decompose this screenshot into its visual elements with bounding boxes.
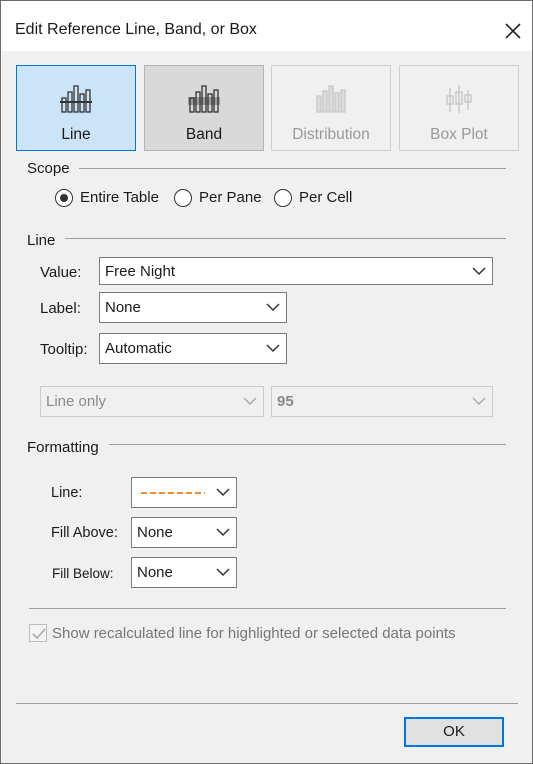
scope-heading: Scope: [27, 160, 70, 177]
label-dropdown[interactable]: None: [99, 292, 287, 323]
scope-entire-table-label: Entire Table: [80, 189, 159, 206]
value-dropdown-text: Free Night: [105, 263, 176, 280]
chevron-down-icon: [243, 397, 257, 406]
chevron-down-icon: [216, 488, 230, 497]
line-heading: Line: [27, 232, 56, 249]
ok-button[interactable]: OK: [404, 717, 504, 747]
band-type-button[interactable]: Band: [144, 65, 264, 151]
line-type-dropdown[interactable]: Line only: [40, 386, 264, 417]
label-field-label: Label:: [40, 300, 81, 317]
tooltip-dropdown[interactable]: Automatic: [99, 333, 287, 364]
fill-above-dropdown[interactable]: None: [131, 517, 237, 548]
chevron-down-icon: [266, 344, 280, 353]
scope-per-cell-radio[interactable]: Per Cell: [274, 188, 359, 208]
value-label: Value:: [40, 264, 82, 281]
options-divider: [29, 608, 506, 609]
fill-below-dropdown-text: None: [137, 564, 173, 581]
distribution-type-button[interactable]: Distribution: [271, 65, 391, 151]
edit-reference-line-dialog: Edit Reference Line, Band, or Box Line B…: [0, 0, 533, 764]
scope-per-cell-label: Per Cell: [299, 189, 353, 206]
formatting-heading: Formatting: [27, 439, 99, 456]
radio-circle: [174, 189, 192, 207]
scope-per-pane-radio[interactable]: Per Pane: [174, 188, 264, 208]
box-plot-icon: [446, 85, 472, 113]
fill-below-label: Fill Below:: [52, 566, 114, 581]
recalculated-line-label: Show recalculated line for highlighted o…: [52, 625, 456, 642]
close-icon: [505, 23, 521, 39]
chevron-down-icon: [216, 528, 230, 537]
radio-circle: [55, 189, 73, 207]
fill-above-label: Fill Above:: [51, 525, 118, 541]
recalculated-line-checkbox[interactable]: [29, 624, 47, 642]
scope-entire-table-radio[interactable]: Entire Table: [55, 188, 165, 208]
tooltip-field-label: Tooltip:: [40, 341, 88, 358]
fill-above-dropdown-text: None: [137, 524, 173, 541]
band-type-label: Band: [185, 126, 223, 143]
fill-below-dropdown[interactable]: None: [131, 557, 237, 588]
chevron-down-icon: [472, 397, 486, 406]
chevron-down-icon: [472, 267, 486, 276]
label-dropdown-text: None: [105, 299, 141, 316]
line-format-dropdown[interactable]: [131, 477, 237, 508]
line-format-label: Line:: [51, 485, 83, 501]
dialog-title: Edit Reference Line, Band, or Box: [15, 21, 257, 38]
radio-circle: [274, 189, 292, 207]
line-divider: [65, 238, 506, 239]
title-bar: Edit Reference Line, Band, or Box: [1, 1, 532, 51]
chevron-down-icon: [266, 303, 280, 312]
confidence-dropdown-text: 95: [277, 393, 294, 410]
reference-line-icon: [60, 85, 92, 113]
scope-per-pane-label: Per Pane: [199, 189, 262, 206]
line-type-dropdown-text: Line only: [46, 393, 107, 410]
footer-divider: [16, 703, 518, 704]
dashed-line-swatch: [141, 492, 205, 494]
reference-distribution-icon: [316, 85, 346, 113]
tooltip-dropdown-text: Automatic: [105, 340, 172, 357]
formatting-divider: [109, 444, 506, 445]
confidence-dropdown[interactable]: 95: [271, 386, 493, 417]
close-button[interactable]: [497, 15, 529, 47]
line-type-button[interactable]: Line: [16, 65, 136, 151]
radio-selected-dot: [59, 193, 68, 202]
distribution-type-label: Distribution: [292, 126, 370, 143]
box-plot-type-button[interactable]: Box Plot: [399, 65, 519, 151]
scope-divider: [79, 168, 506, 169]
reference-band-icon: [188, 85, 220, 113]
chevron-down-icon: [216, 568, 230, 577]
checkmark-icon: [32, 628, 46, 640]
box-plot-type-label: Box Plot: [430, 126, 488, 143]
value-dropdown[interactable]: Free Night: [99, 257, 493, 285]
line-type-label: Line: [61, 126, 91, 143]
